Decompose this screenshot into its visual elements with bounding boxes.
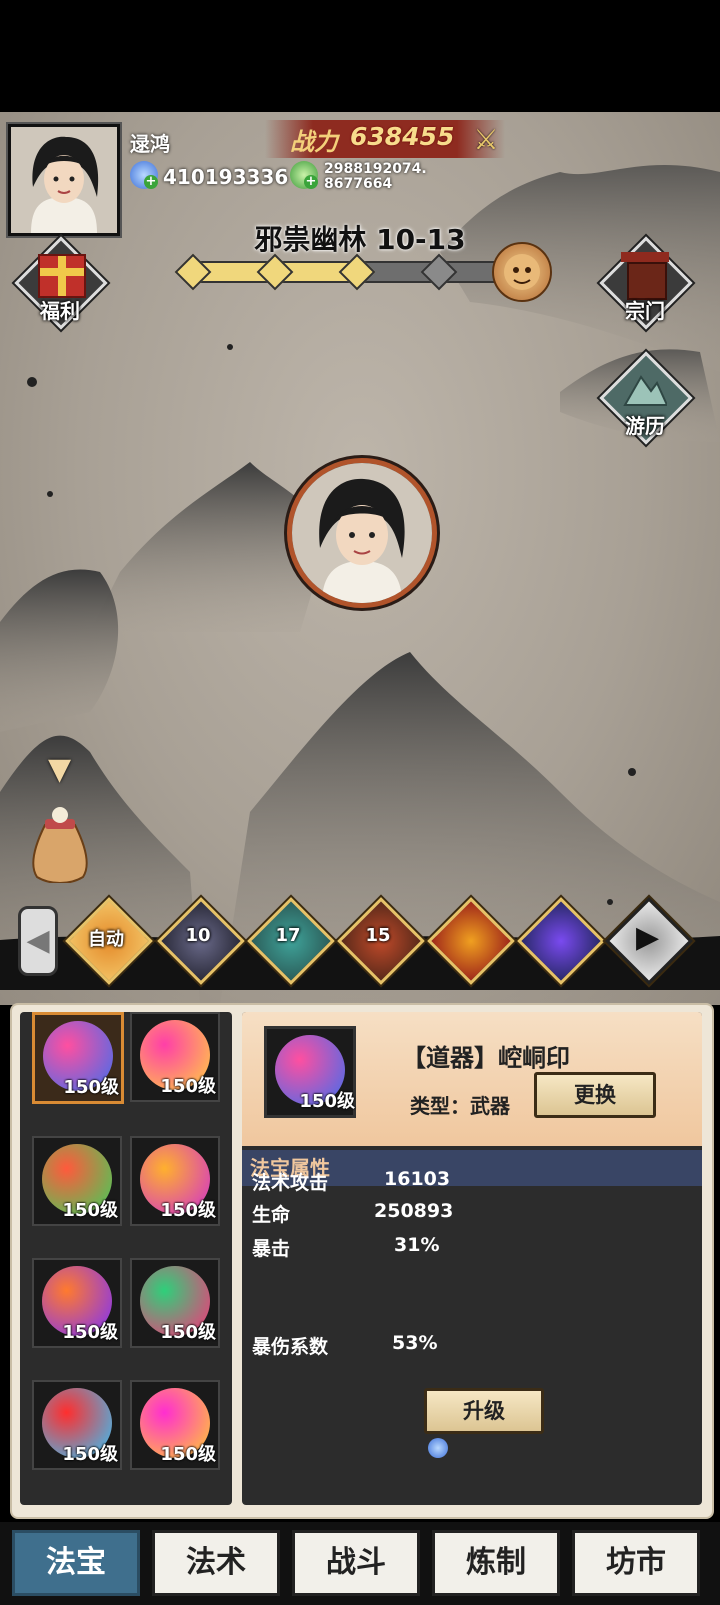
treasure-detail: 150级 【道器】崆峒印 类型：武器 更换 法宝属性 法术攻击 16103 生命… (242, 1012, 702, 1505)
treasure-slot[interactable]: 150级 (32, 1258, 122, 1348)
hero-face-icon (292, 463, 432, 603)
stat-name: 暴击 (252, 1238, 291, 1260)
hero-portrait[interactable] (287, 458, 437, 608)
stat-value: 16103 (384, 1168, 451, 1190)
treasure-slot[interactable]: 150级 (32, 1012, 124, 1104)
skill-label: 15 (365, 925, 391, 946)
replace-button[interactable]: 更换 (534, 1072, 656, 1118)
travel-button[interactable]: 游历 (599, 351, 693, 445)
stat-value: 31% (394, 1234, 440, 1256)
treasure-slot[interactable]: 150级 (130, 1012, 220, 1102)
tab-0[interactable]: 法宝 (12, 1530, 140, 1596)
selected-treasure-slot: 150级 (264, 1026, 356, 1118)
treasure-level: 150级 (63, 1077, 119, 1098)
treasure-slot[interactable]: 150级 (130, 1380, 220, 1470)
power-label: 战力 (290, 128, 338, 156)
boss-lion-icon[interactable] (492, 242, 552, 302)
upgrade-button[interactable]: 升级 (424, 1388, 544, 1434)
treasure-level: 150级 (160, 1322, 216, 1343)
treasure-level: 150级 (62, 1200, 118, 1221)
treasure-slot[interactable]: 150级 (130, 1136, 220, 1226)
sect-label: 宗门 (625, 299, 665, 323)
treasure-type: 类型：武器 (410, 1094, 510, 1118)
stat-name: 法术攻击 (252, 1172, 329, 1194)
welfare-button[interactable]: 福利 (14, 236, 108, 330)
treasure-level: 150级 (160, 1076, 216, 1097)
spirit-stone-count: 410193336 (163, 165, 289, 189)
stat-name: 暴伤系数 (252, 1336, 329, 1358)
treasure-level: 150级 (160, 1444, 216, 1465)
welfare-label: 福利 (40, 299, 80, 323)
power-value: 638455 (350, 122, 455, 151)
pagoda-icon (621, 252, 669, 300)
spirit-stone-cost-icon (428, 1438, 448, 1458)
treasure-level: 150级 (160, 1200, 216, 1221)
skill-bar-back-button[interactable]: ◀ (18, 906, 58, 976)
stat-value: 53% (392, 1332, 438, 1354)
treasure-level: 150级 (62, 1444, 118, 1465)
stat-value: 250893 (374, 1200, 454, 1222)
tab-3[interactable]: 炼制 (432, 1530, 560, 1596)
treasure-slot[interactable]: 150级 (130, 1258, 220, 1348)
treasure-name: 【道器】崆峒印 (402, 1044, 570, 1072)
mountain-cloud-icon (623, 371, 669, 407)
loot-bag-icon[interactable] (25, 805, 95, 884)
lion-face-icon (504, 254, 540, 290)
play-triangle-icon: ▶ (636, 920, 660, 955)
tab-4[interactable]: 坊市 (572, 1530, 700, 1596)
selected-treasure-level: 150级 (299, 1091, 355, 1112)
travel-label: 游历 (625, 414, 665, 438)
gift-box-icon (38, 254, 86, 298)
treasure-slot[interactable]: 150级 (32, 1136, 122, 1226)
skill-label: 10 (185, 925, 211, 946)
player-name: 逯鸿 (130, 132, 170, 156)
tab-1[interactable]: 法术 (152, 1530, 280, 1596)
tab-2[interactable]: 战斗 (292, 1530, 420, 1596)
jade-count: 2988192074. 8677664 (324, 161, 427, 192)
crossed-swords-icon[interactable]: ⚔ (470, 124, 502, 156)
down-arrow-icon: ▼ (48, 752, 72, 787)
sect-button[interactable]: 宗门 (599, 236, 693, 330)
skill-label: 自动 (88, 929, 124, 950)
skill-label: 17 (275, 925, 301, 946)
top-bar (0, 0, 720, 112)
stat-name: 生命 (252, 1204, 291, 1226)
spirit-stone-add-icon[interactable]: + (144, 175, 158, 189)
treasure-level: 150级 (62, 1322, 118, 1343)
treasure-slot[interactable]: 150级 (32, 1380, 122, 1470)
jade-add-icon[interactable]: + (304, 175, 318, 189)
